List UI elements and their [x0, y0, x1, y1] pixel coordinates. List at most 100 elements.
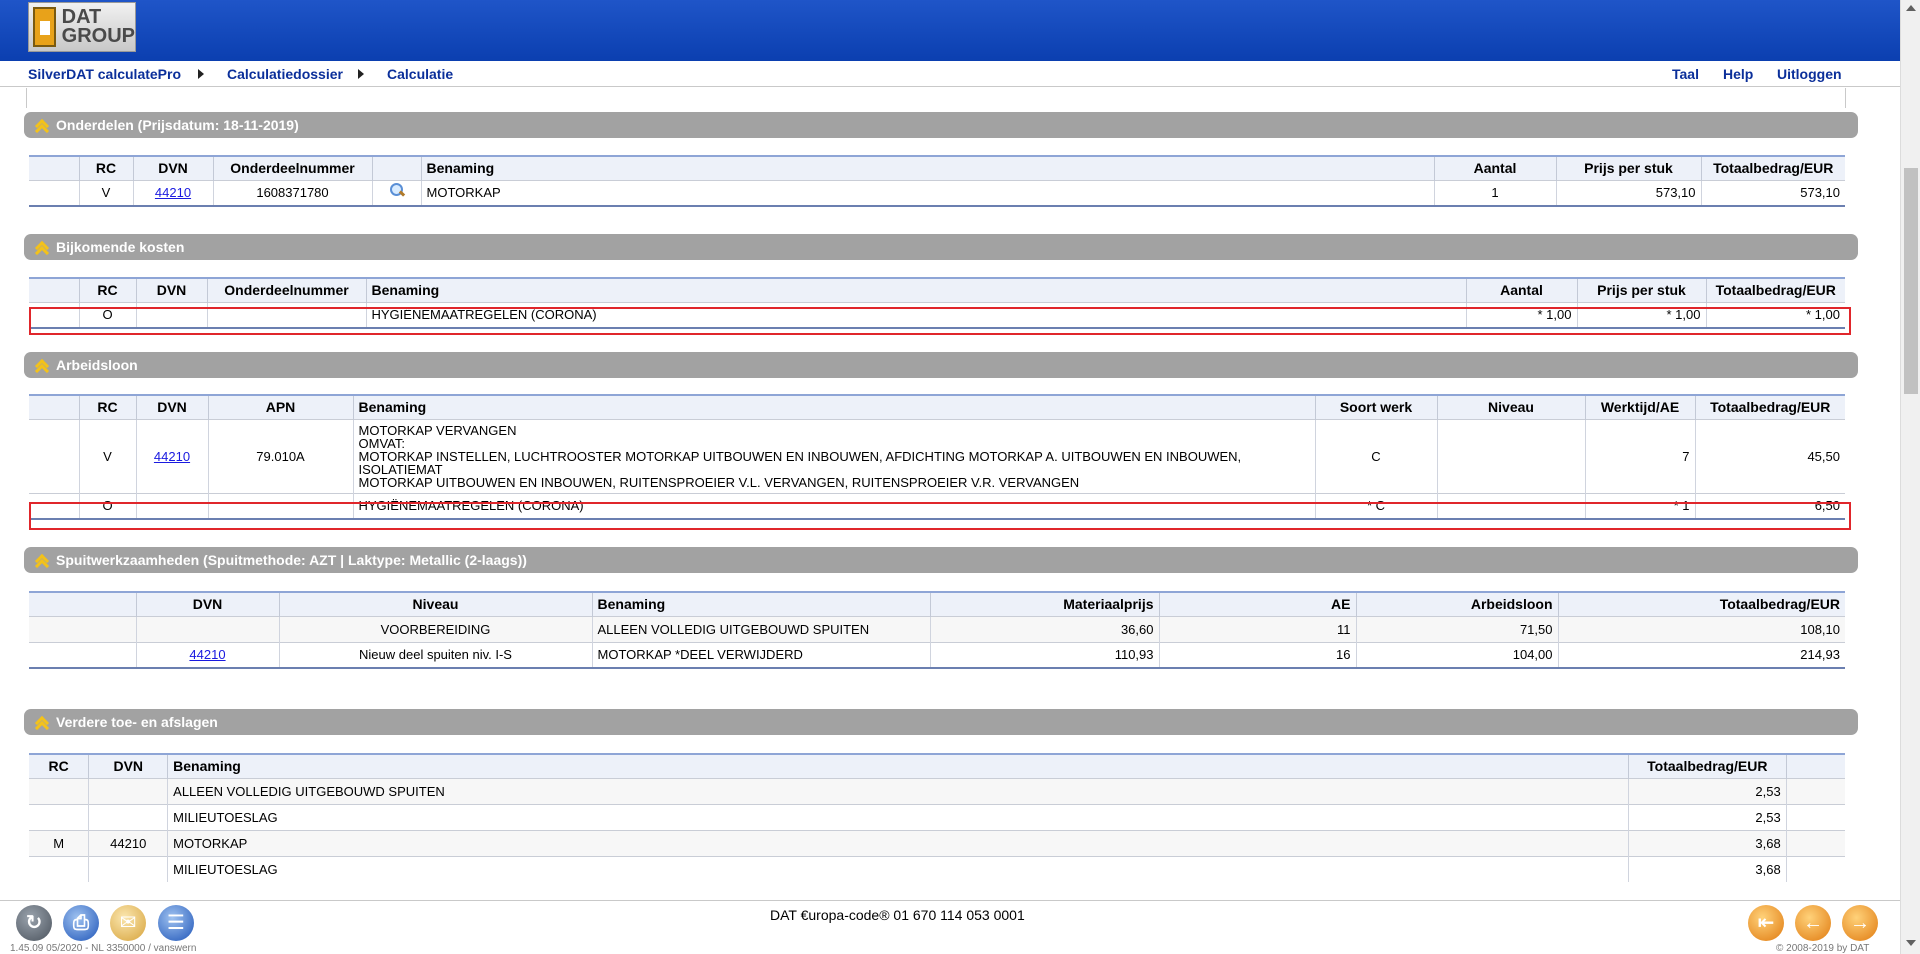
- table-header-row: RC DVN APN Benaming Soort werk Niveau We…: [29, 395, 1845, 419]
- dvn-cell: [135, 492, 208, 519]
- name-line: MOTORKAP VERVANGEN: [358, 422, 517, 438]
- name-cell: MOTORKAP VERVANGEN OMVAT: MOTORKAP INSTE…: [352, 418, 1315, 493]
- table-header-row: RC DVN Onderdeelnummer Benaming Aantal P…: [29, 278, 1845, 302]
- breadcrumb-silverdat[interactable]: SilverDAT calculatePro: [28, 66, 181, 82]
- name-cell: HYGIËNEMAATREGELEN (CORONA): [365, 301, 1466, 328]
- labour-cell: 104,00: [1355, 641, 1558, 668]
- quantity-cell: 1: [1433, 179, 1556, 206]
- table-row[interactable]: MILIEUTOESLAG 2,53: [29, 803, 1845, 830]
- surcharges-table: RC DVN Benaming Totaalbedrag/EUR ALLEEN …: [29, 753, 1845, 882]
- dat-group-logo[interactable]: DAT GROUP: [28, 2, 136, 52]
- name-cell: ALLEEN VOLLEDIG UITGEBOUWD SPUITEN: [591, 615, 930, 642]
- column-header: Materiaalprijs: [929, 592, 1159, 616]
- collapse-chevron-icon[interactable]: [34, 240, 51, 261]
- table-header-row: DVN Niveau Benaming Materiaalprijs AE Ar…: [29, 592, 1845, 616]
- section-header-parts[interactable]: Onderdelen (Prijsdatum: 18-11-2019): [24, 112, 1858, 139]
- logo-text-group: GROUP: [61, 25, 135, 47]
- help-link[interactable]: Help: [1723, 66, 1753, 82]
- rc-cell: [29, 855, 89, 882]
- painting-table: DVN Niveau Benaming Materiaalprijs AE Ar…: [29, 591, 1845, 669]
- forward-icon[interactable]: →: [1842, 905, 1878, 941]
- time-cell: * 1: [1584, 492, 1695, 519]
- table-row[interactable]: V 44210 1608371780 MOTORKAP 1 573,10 573…: [29, 179, 1845, 206]
- column-header: Benaming: [365, 278, 1466, 302]
- name-line: OMVAT:: [358, 435, 405, 451]
- section-header-labour[interactable]: Arbeidsloon: [24, 352, 1858, 379]
- calculation-content: Onderdelen (Prijsdatum: 18-11-2019) RC D…: [0, 88, 1900, 900]
- section-header-additional-costs[interactable]: Bijkomende kosten: [24, 234, 1858, 261]
- magnifier-search-icon[interactable]: [389, 183, 405, 199]
- section-header-surcharges[interactable]: Verdere toe- en afslagen: [24, 709, 1858, 736]
- column-header: APN: [207, 395, 353, 419]
- collapse-chevron-icon[interactable]: [34, 715, 51, 736]
- column-header: Totaalbedrag/EUR: [1705, 278, 1845, 302]
- ae-cell: 11: [1158, 615, 1356, 642]
- dat-logo-mark-icon: [33, 7, 56, 47]
- table-row[interactable]: VOORBEREIDING ALLEEN VOLLEDIG UITGEBOUWD…: [29, 615, 1845, 642]
- column-header: Werktijd/AE: [1584, 395, 1695, 419]
- column-header: Totaalbedrag/EUR: [1694, 395, 1845, 419]
- table-row[interactable]: MILIEUTOESLAG 3,68: [29, 855, 1845, 882]
- document-icon[interactable]: ☰: [158, 905, 194, 941]
- rc-cell: O: [78, 301, 136, 328]
- table-row[interactable]: O HYGIËNEMAATREGELEN (CORONA) * C * 1 6,…: [29, 492, 1845, 519]
- table-row[interactable]: V 44210 79.010A MOTORKAP VERVANGEN OMVAT…: [29, 418, 1845, 493]
- print-icon[interactable]: ⎙: [63, 905, 99, 941]
- collapse-chevron-icon[interactable]: [34, 358, 51, 379]
- column-header: Aantal: [1465, 278, 1577, 302]
- email-icon[interactable]: ✉: [110, 905, 146, 941]
- vertical-scrollbar[interactable]: [1900, 0, 1920, 954]
- name-cell: MILIEUTOESLAG: [167, 855, 1629, 882]
- footer-toolbar: ↻ ⎙ ✉ ☰ DAT €uropa-code® 01 670 114 053 …: [0, 900, 1900, 954]
- name-cell: MILIEUTOESLAG: [167, 803, 1629, 830]
- part-number-cell: [206, 301, 366, 328]
- work-type-cell: C: [1314, 418, 1437, 493]
- column-header: Prijs per stuk: [1576, 278, 1706, 302]
- apn-cell: [207, 492, 353, 519]
- total-cell: 573,10: [1700, 179, 1845, 206]
- table-row[interactable]: O HYGIËNEMAATREGELEN (CORONA) * 1,00 * 1…: [29, 301, 1845, 328]
- section-header-painting[interactable]: Spuitwerkzaamheden (Spuitmethode: AZT | …: [24, 547, 1858, 574]
- dvn-link[interactable]: 44210: [189, 647, 225, 662]
- material-price-cell: 36,60: [929, 615, 1159, 642]
- total-cell: 45,50: [1694, 418, 1845, 493]
- total-cell: 6,50: [1694, 492, 1845, 519]
- labour-table: RC DVN APN Benaming Soort werk Niveau We…: [29, 394, 1845, 520]
- scroll-down-arrow-icon[interactable]: [1906, 940, 1916, 946]
- breadcrumb-calculatiedossier[interactable]: Calculatiedossier: [227, 66, 343, 82]
- table-row[interactable]: ALLEEN VOLLEDIG UITGEBOUWD SPUITEN 2,53: [29, 777, 1845, 804]
- name-cell: MOTORKAP: [420, 179, 1434, 206]
- total-cell: 3,68: [1627, 855, 1787, 882]
- refresh-icon[interactable]: ↻: [16, 905, 52, 941]
- collapse-chevron-icon[interactable]: [34, 118, 51, 139]
- first-page-icon[interactable]: ⇤: [1748, 905, 1784, 941]
- back-icon[interactable]: ←: [1795, 905, 1831, 941]
- dvn-link[interactable]: 44210: [155, 185, 191, 200]
- logout-link[interactable]: Uitloggen: [1777, 66, 1842, 82]
- rc-cell: V: [78, 179, 133, 206]
- column-header: Benaming: [420, 156, 1434, 180]
- dvn-cell: 44210: [88, 829, 168, 856]
- part-number-cell: 1608371780: [212, 179, 372, 206]
- collapse-chevron-icon[interactable]: [34, 553, 51, 574]
- breadcrumb-calculatie[interactable]: Calculatie: [387, 66, 453, 82]
- column-header: Benaming: [591, 592, 930, 616]
- column-header: RC: [78, 156, 133, 180]
- table-row[interactable]: M 44210 MOTORKAP 3,68: [29, 829, 1845, 856]
- level-cell: [1436, 418, 1585, 493]
- quantity-cell: * 1,00: [1465, 301, 1577, 328]
- column-header: Niveau: [278, 592, 592, 616]
- dvn-link[interactable]: 44210: [154, 449, 190, 464]
- content-frame: [26, 88, 1846, 108]
- name-cell: HYGIËNEMAATREGELEN (CORONA): [352, 492, 1315, 519]
- column-header: RC: [29, 754, 89, 778]
- level-cell: VOORBEREIDING: [278, 615, 592, 642]
- column-header: Totaalbedrag/EUR: [1627, 754, 1787, 778]
- language-link[interactable]: Taal: [1672, 66, 1699, 82]
- rc-cell: V: [78, 418, 136, 493]
- breadcrumb-separator-icon: [198, 69, 204, 79]
- scroll-up-arrow-icon[interactable]: [1906, 5, 1916, 11]
- column-header: Benaming: [167, 754, 1629, 778]
- table-row[interactable]: 44210 Nieuw deel spuiten niv. I-S MOTORK…: [29, 641, 1845, 668]
- scrollbar-thumb[interactable]: [1904, 168, 1918, 394]
